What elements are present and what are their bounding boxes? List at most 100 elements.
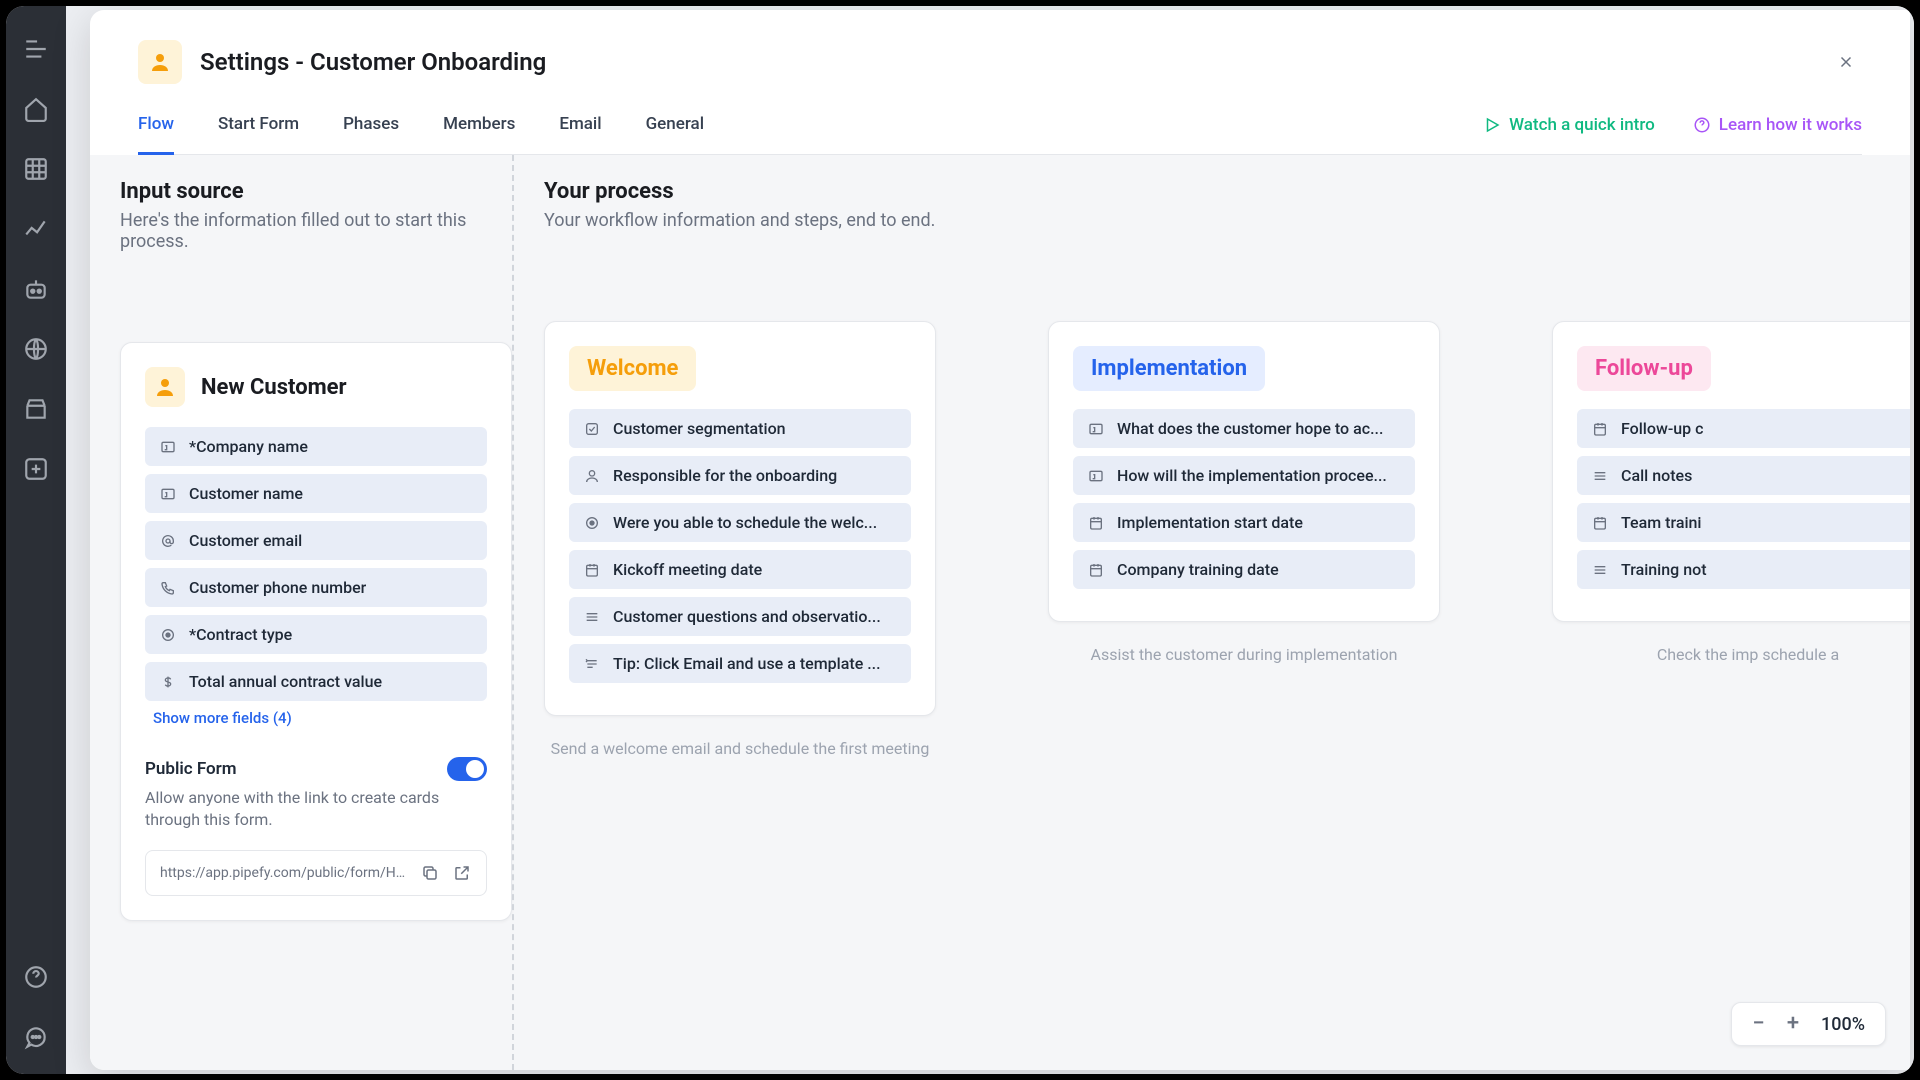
cal-icon <box>1591 420 1609 438</box>
grid-icon[interactable] <box>23 156 49 182</box>
form-field[interactable]: *Contract type <box>145 615 487 654</box>
help-icon[interactable] <box>23 964 49 990</box>
learn-link[interactable]: Learn how it works <box>1693 115 1862 135</box>
show-more-fields[interactable]: Show more fields (4) <box>153 709 487 727</box>
phone-icon <box>159 579 177 597</box>
globe-icon[interactable] <box>23 336 49 362</box>
learn-label: Learn how it works <box>1719 115 1862 135</box>
watch-intro-label: Watch a quick intro <box>1509 115 1655 135</box>
close-button[interactable] <box>1830 46 1862 78</box>
plus-square-icon[interactable] <box>23 456 49 482</box>
phase-hint: Check the imp schedule a <box>1552 644 1910 666</box>
field-label: Kickoff meeting date <box>613 560 762 579</box>
field-label: Customer name <box>189 484 303 503</box>
text-icon <box>1087 467 1105 485</box>
phase-field[interactable]: Customer segmentation <box>569 409 911 448</box>
phase-field[interactable]: Implementation start date <box>1073 503 1415 542</box>
field-label: Team traini <box>1621 513 1702 532</box>
text-icon <box>159 438 177 456</box>
copy-icon[interactable] <box>420 863 440 883</box>
phase-card-welcome[interactable]: Welcome Customer segmentation Responsible … <box>544 321 936 716</box>
list-icon <box>583 608 601 626</box>
person-icon <box>145 367 185 407</box>
phase-field[interactable]: Customer questions and observatio... <box>569 597 911 636</box>
list-icon <box>1591 467 1609 485</box>
field-label: Customer segmentation <box>613 419 786 438</box>
field-label: Implementation start date <box>1117 513 1303 532</box>
tabs: Flow Start Form Phases Members Email Gen… <box>138 114 1862 155</box>
phase-field[interactable]: Were you able to schedule the welc... <box>569 503 911 542</box>
form-field[interactable]: Total annual contract value <box>145 662 487 701</box>
phase-card-implementation[interactable]: Implementation What does the customer hop… <box>1048 321 1440 622</box>
tip-icon <box>583 655 601 673</box>
settings-modal: Settings - Customer Onboarding Flow Star… <box>90 10 1910 1070</box>
zoom-in-button[interactable]: + <box>1787 1013 1799 1035</box>
field-label: Total annual contract value <box>189 672 382 691</box>
field-label: How will the implementation procee... <box>1117 466 1387 485</box>
form-field[interactable]: *Company name <box>145 427 487 466</box>
phase-field[interactable]: Responsible for the onboarding <box>569 456 911 495</box>
tab-phases[interactable]: Phases <box>343 114 399 155</box>
phase-field[interactable]: What does the customer hope to ac... <box>1073 409 1415 448</box>
process-section-desc: Your workflow information and steps, end… <box>544 210 1910 231</box>
tab-members[interactable]: Members <box>443 114 515 155</box>
phase-hint: Send a welcome email and schedule the fi… <box>544 738 936 760</box>
phase-badge: Welcome <box>569 346 696 391</box>
tab-general[interactable]: General <box>646 114 704 155</box>
page-title: Settings - Customer Onboarding <box>200 48 546 76</box>
dollar-icon <box>159 673 177 691</box>
form-field[interactable]: Customer email <box>145 521 487 560</box>
phase-field[interactable]: Team traini <box>1577 503 1910 542</box>
public-form-toggle[interactable] <box>447 757 487 781</box>
cal-icon <box>1591 514 1609 532</box>
field-label: Were you able to schedule the welc... <box>613 513 877 532</box>
robot-icon[interactable] <box>23 276 49 302</box>
cal-icon <box>1087 514 1105 532</box>
phase-field[interactable]: Follow-up c <box>1577 409 1910 448</box>
zoom-control: − + 100% <box>1731 1002 1886 1046</box>
field-label: *Contract type <box>189 625 292 644</box>
phase-badge: Implementation <box>1073 346 1265 391</box>
field-label: Responsible for the onboarding <box>613 466 837 485</box>
phase-field[interactable]: Kickoff meeting date <box>569 550 911 589</box>
field-label: Tip: Click Email and use a template ... <box>613 654 881 673</box>
radio-icon <box>159 626 177 644</box>
open-external-icon[interactable] <box>452 863 472 883</box>
app-sidebar <box>6 6 66 1074</box>
tab-email[interactable]: Email <box>559 114 601 155</box>
public-form-url: https://app.pipefy.com/public/form/H3B..… <box>160 865 408 881</box>
at-icon <box>159 532 177 550</box>
public-form-url-box: https://app.pipefy.com/public/form/H3B..… <box>145 850 487 896</box>
home-icon[interactable] <box>23 96 49 122</box>
phase-card-follow-up[interactable]: Follow-upFollow-up cCall notesTeam train… <box>1552 321 1910 622</box>
field-label: Training not <box>1621 560 1707 579</box>
field-label: Company training date <box>1117 560 1279 579</box>
list-icon <box>1591 561 1609 579</box>
text-icon <box>1087 420 1105 438</box>
input-card-title: New Customer <box>201 375 347 400</box>
tab-start-form[interactable]: Start Form <box>218 114 299 155</box>
form-field[interactable]: Customer name <box>145 474 487 513</box>
store-icon[interactable] <box>23 396 49 422</box>
phase-field[interactable]: Tip: Click Email and use a template ... <box>569 644 911 683</box>
form-field[interactable]: Customer phone number <box>145 568 487 607</box>
menu-icon[interactable] <box>23 36 49 62</box>
tab-flow[interactable]: Flow <box>138 114 174 155</box>
input-section-title: Input source <box>120 179 512 204</box>
phase-field[interactable]: Company training date <box>1073 550 1415 589</box>
field-label: What does the customer hope to ac... <box>1117 419 1383 438</box>
chat-icon[interactable] <box>23 1024 49 1050</box>
process-section-title: Your process <box>544 179 1910 204</box>
watch-intro-link[interactable]: Watch a quick intro <box>1483 115 1655 135</box>
person-icon <box>138 40 182 84</box>
field-label: Follow-up c <box>1621 419 1704 438</box>
phase-field[interactable]: How will the implementation procee... <box>1073 456 1415 495</box>
field-label: Customer email <box>189 531 302 550</box>
phase-field[interactable]: Training not <box>1577 550 1910 589</box>
zoom-out-button[interactable]: − <box>1752 1013 1764 1035</box>
chart-icon[interactable] <box>23 216 49 242</box>
phase-field[interactable]: Call notes <box>1577 456 1910 495</box>
radio-icon <box>583 514 601 532</box>
input-form-card[interactable]: New Customer *Company name Customer name C… <box>120 342 512 921</box>
check-icon <box>583 420 601 438</box>
